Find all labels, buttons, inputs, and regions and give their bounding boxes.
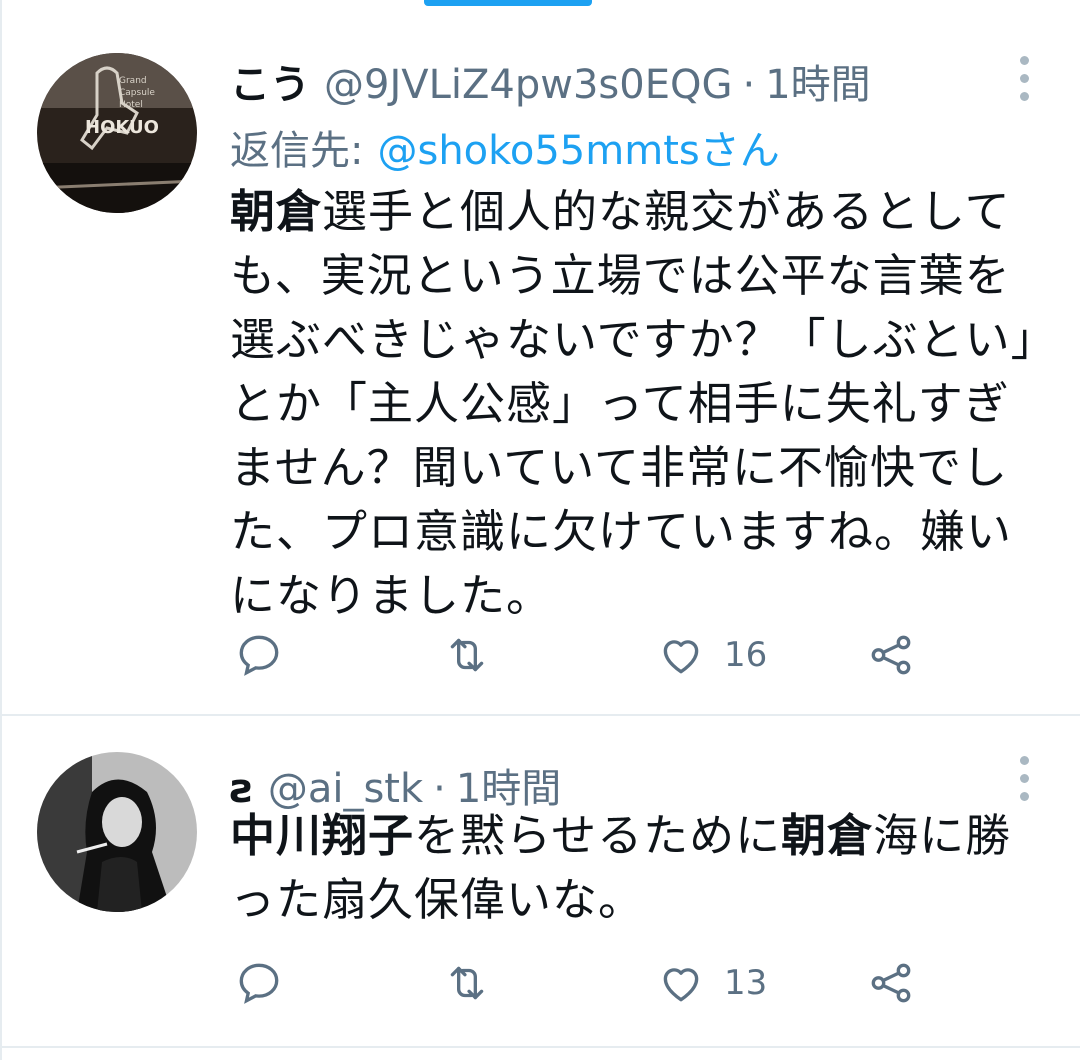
share-icon bbox=[871, 963, 911, 1003]
avatar-logo-text: HOKUO bbox=[85, 117, 159, 138]
reply-button[interactable] bbox=[234, 958, 284, 1008]
svg-text:Capsule: Capsule bbox=[119, 88, 155, 98]
share-button[interactable] bbox=[866, 958, 916, 1008]
highlight-term: 朝倉 bbox=[230, 185, 323, 238]
retweet-icon bbox=[450, 638, 484, 672]
avatar[interactable] bbox=[37, 752, 197, 912]
reply-button[interactable] bbox=[234, 630, 284, 680]
separator: · bbox=[742, 62, 756, 108]
reply-context: 返信先: @shoko55mmtsさん bbox=[230, 118, 780, 176]
user-handle[interactable]: @9JVLiZ4pw3s0EQG bbox=[324, 62, 732, 108]
tweet-text: 中川翔子を黙らせるために朝倉海に勝った扇久保偉いな。 bbox=[230, 804, 1050, 932]
reply-icon bbox=[239, 635, 279, 676]
tweet-divider bbox=[0, 1046, 1080, 1048]
reply-to-link[interactable]: @shoko55mmtsさん bbox=[377, 128, 779, 174]
like-count: 16 bbox=[724, 635, 768, 675]
tweet-actions: 13 bbox=[230, 958, 950, 1008]
more-icon[interactable] bbox=[1020, 56, 1030, 110]
like-icon bbox=[663, 640, 699, 674]
reply-icon bbox=[239, 963, 279, 1004]
display-name[interactable]: こう bbox=[230, 62, 310, 108]
retweet-icon bbox=[450, 966, 484, 1000]
tweet-actions: 16 bbox=[230, 630, 950, 680]
tweet-text-content: を黙らせるために bbox=[414, 809, 782, 862]
svg-text:Grand: Grand bbox=[119, 76, 147, 86]
like-icon bbox=[663, 968, 699, 1002]
like-button[interactable]: 16 bbox=[656, 630, 767, 680]
tweet-2[interactable]: ƨ @ai_stk · 1時間 中川翔子を黙らせるために朝倉海に勝った扇久保偉いな。 … bbox=[0, 716, 1080, 1046]
share-icon bbox=[871, 635, 911, 675]
tweet-text-content: 選手と個人的な親交があるとしても、実況という立場では公平な言葉を選ぶべきじゃない… bbox=[230, 185, 1035, 622]
avatar[interactable]: Grand Capsule Hotel HOKUO bbox=[37, 53, 197, 213]
highlight-term: 朝倉 bbox=[781, 809, 874, 862]
tweet-text: 朝倉選手と個人的な親交があるとしても、実況という立場では公平な言葉を選ぶべきじゃ… bbox=[230, 180, 1050, 628]
tweet-header: こう @9JVLiZ4pw3s0EQG · 1時間 bbox=[230, 52, 871, 110]
more-icon[interactable] bbox=[1020, 756, 1030, 810]
share-button[interactable] bbox=[866, 630, 916, 680]
timestamp[interactable]: 1時間 bbox=[765, 62, 870, 108]
like-count: 13 bbox=[724, 963, 768, 1003]
retweet-button[interactable] bbox=[442, 958, 492, 1008]
tweet-1[interactable]: Grand Capsule Hotel HOKUO こう @9JVLiZ4pw3s… bbox=[0, 0, 1080, 714]
retweet-button[interactable] bbox=[442, 630, 492, 680]
reply-label: 返信先: bbox=[230, 128, 364, 174]
highlight-term: 中川翔子 bbox=[230, 809, 415, 862]
svg-text:Hotel: Hotel bbox=[119, 100, 143, 110]
like-button[interactable]: 13 bbox=[656, 958, 767, 1008]
